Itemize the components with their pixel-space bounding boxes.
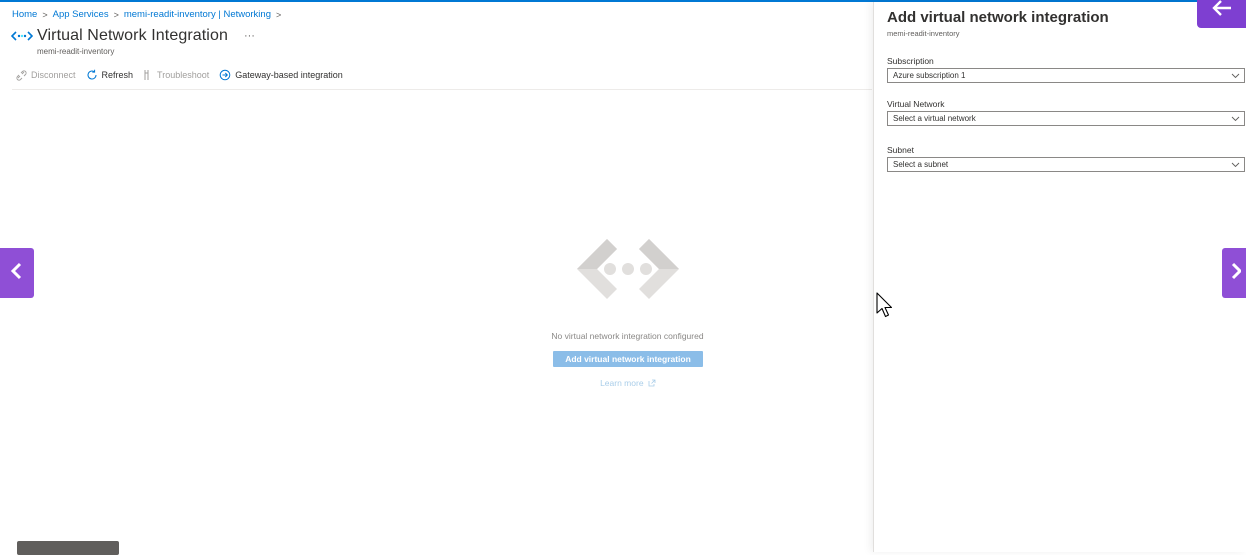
panel-title: Add virtual network integration [887, 9, 1109, 26]
bottom-action-button[interactable] [17, 541, 119, 555]
subscription-label: Subscription [887, 56, 934, 66]
chevron-left-icon [10, 261, 24, 286]
disconnect-label: Disconnect [31, 70, 76, 80]
chevron-down-icon [1231, 161, 1240, 168]
chevron-down-icon [1231, 72, 1240, 79]
refresh-button[interactable]: Refresh [86, 69, 134, 81]
gateway-integration-label: Gateway-based integration [235, 70, 343, 80]
breadcrumb-separator: > [42, 9, 48, 20]
gateway-integration-button[interactable]: Gateway-based integration [219, 69, 343, 81]
troubleshoot-button[interactable]: Troubleshoot [143, 69, 209, 81]
empty-state-message: No virtual network integration configure… [551, 331, 704, 341]
unlink-icon [16, 70, 27, 81]
refresh-label: Refresh [101, 70, 134, 80]
external-link-icon [646, 378, 656, 388]
add-vnet-integration-panel: Add virtual network integration memi-rea… [873, 2, 1246, 552]
chevron-right-icon [1227, 261, 1243, 286]
subnet-select[interactable]: Select a subnet [887, 157, 1245, 172]
command-bar: Disconnect Refresh Troubleshoot Gateway-… [16, 69, 343, 81]
chevron-down-icon [1231, 115, 1240, 122]
virtual-network-placeholder: Select a virtual network [893, 114, 976, 123]
refresh-icon [86, 69, 98, 81]
next-slide-button[interactable] [1222, 248, 1246, 298]
page-title: Virtual Network Integration [37, 27, 228, 44]
disconnect-button[interactable]: Disconnect [16, 70, 76, 81]
subscription-select[interactable]: Azure subscription 1 [887, 68, 1245, 83]
vnet-large-icon [574, 236, 682, 302]
learn-more-link[interactable]: Learn more [560, 378, 696, 388]
breadcrumb: Home > App Services > memi-readit-invent… [12, 9, 281, 20]
panel-subtitle: memi-readit-inventory [887, 29, 960, 38]
subscription-value: Azure subscription 1 [893, 71, 966, 80]
arrow-left-icon [1209, 0, 1235, 26]
toolbar-divider [12, 89, 872, 90]
virtual-network-label: Virtual Network [887, 99, 945, 109]
breadcrumb-separator: > [275, 9, 282, 20]
page-header: Virtual Network Integration ··· [11, 27, 255, 45]
subnet-placeholder: Select a subnet [893, 160, 949, 169]
breadcrumb-networking[interactable]: memi-readit-inventory | Networking [124, 9, 271, 20]
troubleshoot-label: Troubleshoot [157, 70, 210, 80]
back-button[interactable] [1197, 0, 1246, 28]
mouse-cursor-icon [876, 292, 896, 320]
breadcrumb-app-services[interactable]: App Services [53, 9, 109, 20]
page-subtitle: memi-readit-inventory [37, 47, 115, 56]
more-options-button[interactable]: ··· [244, 30, 255, 42]
vnet-icon [11, 29, 33, 43]
gateway-arrow-icon [219, 69, 231, 81]
subnet-label: Subnet [887, 145, 914, 155]
previous-slide-button[interactable] [0, 248, 34, 298]
troubleshoot-icon [143, 69, 153, 81]
virtual-network-select[interactable]: Select a virtual network [887, 111, 1245, 126]
breadcrumb-separator: > [113, 9, 119, 20]
learn-more-label: Learn more [600, 378, 644, 388]
breadcrumb-home[interactable]: Home [12, 9, 37, 20]
add-vnet-integration-button[interactable]: Add virtual network integration [553, 351, 703, 367]
